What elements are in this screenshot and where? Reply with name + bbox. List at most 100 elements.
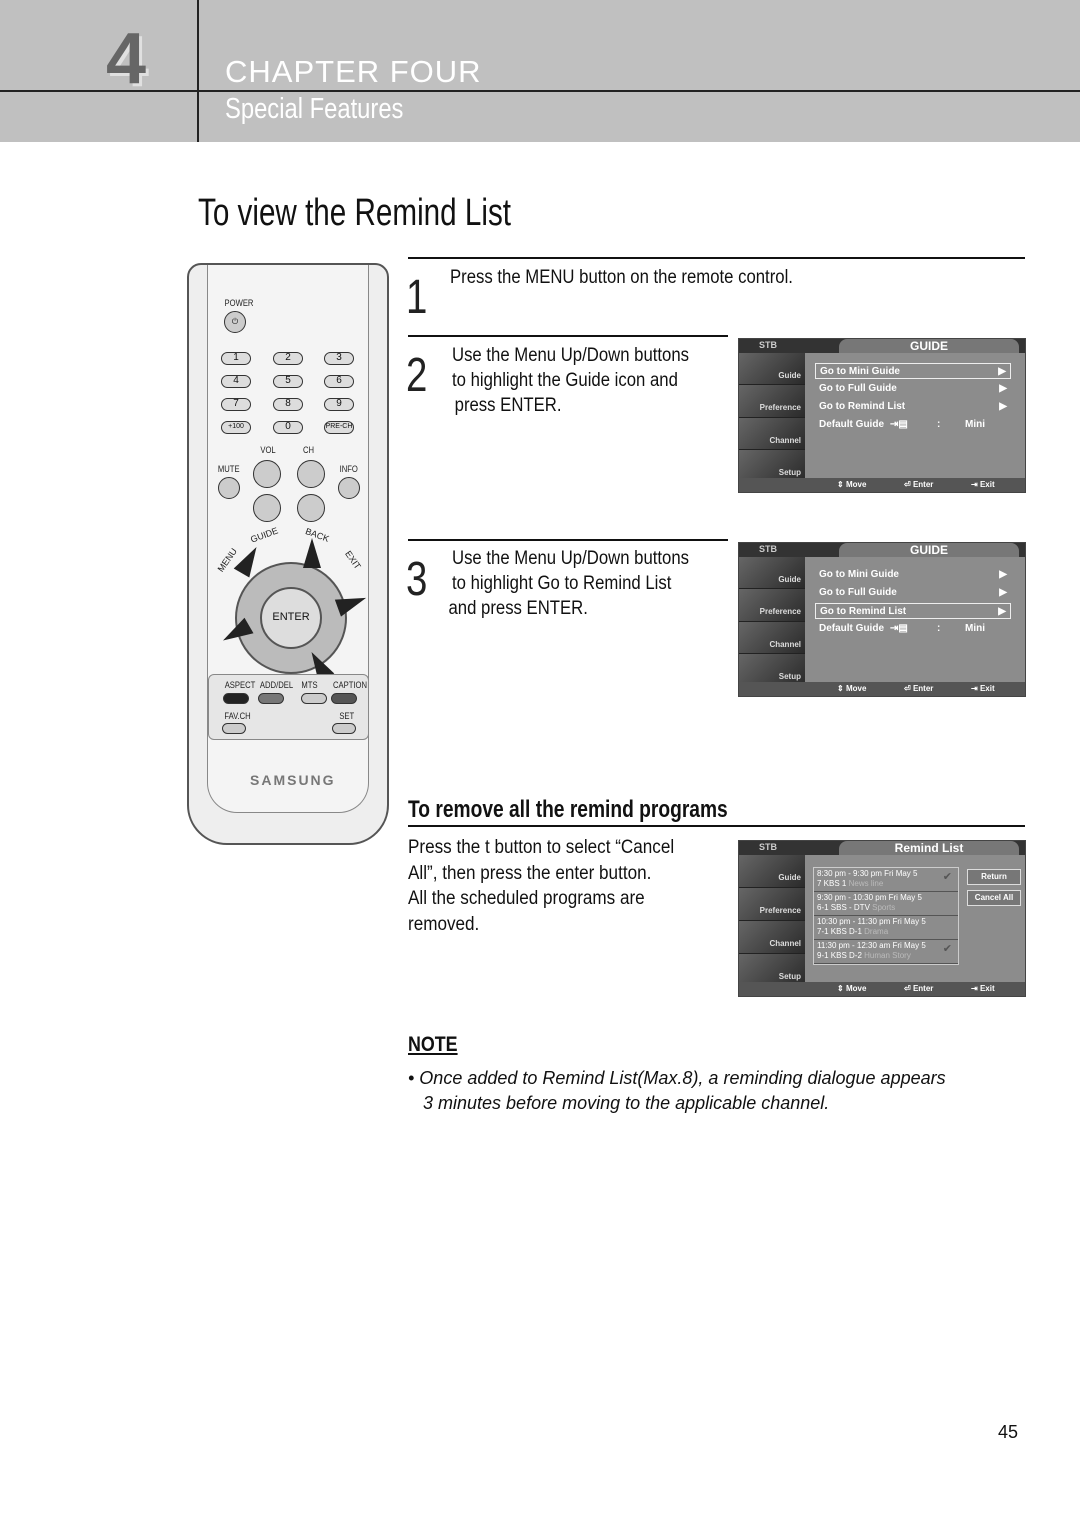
exit-icon: ⇥ <box>971 984 980 993</box>
menu-item-label: Go to Remind List <box>819 401 906 412</box>
divider <box>408 539 728 541</box>
screen-title-bar: STB GUIDE <box>739 543 1025 557</box>
exit-icon: ⇥ <box>971 480 980 489</box>
screen-sidebar: Guide Preference Channel Setup <box>739 557 805 687</box>
number-button: 3 <box>324 352 354 365</box>
guide-icon: ⇥▤ <box>890 419 908 430</box>
menu-item: Go to Mini Guide ▶ <box>815 567 1011 583</box>
sidebar-item-guide: Guide <box>739 557 805 590</box>
program-time: 11:30 pm - 12:30 am Fri May 5 <box>817 941 926 950</box>
menu-item-label: Go to Full Guide <box>819 587 897 598</box>
step-line: and press ENTER. <box>448 598 588 619</box>
chapter-header: 4 CHAPTER FOUR Special Features <box>0 0 1080 142</box>
number-button: 2 <box>273 352 303 365</box>
number-button: 0 <box>273 421 303 434</box>
step-line: Use the Menu Up/Down buttons <box>452 548 689 569</box>
step-text: Press the MENU button on the remote cont… <box>450 267 793 288</box>
sidebar-item-channel: Channel <box>739 621 805 655</box>
number-button: +100 <box>221 421 251 434</box>
footer-label: Enter <box>912 684 934 693</box>
menu-item-label: Go to Remind List <box>820 606 907 617</box>
separator: : <box>937 623 941 634</box>
function-button <box>258 693 284 704</box>
footer-move: ⇕ Move <box>837 984 866 993</box>
text-line: All the scheduled programs are <box>408 888 645 909</box>
remove-instructions: Press the t button to select “Cancel All… <box>408 835 674 937</box>
program-info: 7 KBS 1 News line <box>817 879 955 889</box>
check-icon: ✔ <box>942 943 952 955</box>
page-number: 45 <box>998 1422 1019 1442</box>
sidebar-item-guide: Guide <box>739 855 805 888</box>
sidebar-item-guide: Guide <box>739 353 805 386</box>
function-label: ADD/DEL <box>259 680 294 690</box>
screen-title-bar: STB GUIDE <box>739 339 1025 353</box>
program-name: Human Story <box>864 951 911 960</box>
footer-label: Exit <box>979 684 995 693</box>
program-info: 9-1 KBS D-2 Human Story <box>817 951 955 961</box>
set-button <box>332 723 356 734</box>
arrow-right-icon: ▶ <box>999 401 1007 412</box>
stb-label: STB <box>759 340 777 350</box>
program-time: 9:30 pm - 10:30 pm Fri May 5 <box>817 893 922 902</box>
set-label: SET <box>339 711 355 721</box>
default-guide-label: Default Guide <box>819 419 885 430</box>
remind-list-row: 10:30 pm - 11:30 pm Fri May 5 7-1 KBS D-1… <box>814 916 958 940</box>
section-heading: To remove all the remind programs <box>408 796 728 823</box>
menu-item-label: Go to Full Guide <box>819 383 897 394</box>
channel: 9-1 KBS D-2 <box>817 951 862 960</box>
arrow-right-icon: ▶ <box>999 569 1007 580</box>
pointer-arrow-icon <box>303 538 321 568</box>
note-label: NOTE <box>408 1033 458 1056</box>
return-button[interactable]: Return <box>967 869 1021 885</box>
program-info: 7-1 KBS D-1 Drama <box>817 927 955 937</box>
function-label: ASPECT <box>224 680 256 690</box>
screen-footer: ⇕ Move ⏎ Enter ⇥ Exit <box>739 982 1025 996</box>
step-line: press ENTER. <box>454 395 562 416</box>
number-button: 5 <box>273 375 303 388</box>
footer-enter: ⏎ Enter <box>904 984 933 993</box>
menu-item-default-guide: Default Guide ⇥▤: Mini <box>815 417 1011 433</box>
footer-label: Exit <box>979 480 995 489</box>
number-button: 7 <box>221 398 251 411</box>
arrow-right-icon: ▶ <box>999 587 1007 598</box>
enter-icon: ⏎ <box>904 684 913 693</box>
default-guide-value: Mini <box>965 419 985 430</box>
screen-title: GUIDE <box>839 339 1019 353</box>
divider <box>408 335 728 337</box>
divider <box>197 0 199 142</box>
number-button: 9 <box>324 398 354 411</box>
favch-button <box>222 723 246 734</box>
enter-icon: ⏎ <box>904 480 913 489</box>
divider <box>0 90 1080 92</box>
step-line: to highlight the Guide icon and <box>452 370 678 391</box>
ch-up-button <box>297 460 325 488</box>
check-icon: ✔ <box>942 871 952 883</box>
page-title: To view the Remind List <box>198 192 512 234</box>
menu-item-label: Go to Mini Guide <box>819 569 899 580</box>
text-line: All”, then press the enter button. <box>408 862 652 884</box>
divider <box>408 825 1025 827</box>
channel: 6-1 SBS - DTV <box>817 903 870 912</box>
move-icon: ⇕ <box>837 684 846 693</box>
screen-footer: ⇕ Move ⏎ Enter ⇥ Exit <box>739 478 1025 492</box>
cancel-all-button[interactable]: Cancel All <box>967 890 1021 906</box>
menu-item: Go to Full Guide ▶ <box>815 381 1011 397</box>
remind-list-row: 11:30 pm - 12:30 am Fri May 5 9-1 KBS D-2… <box>814 940 958 964</box>
remind-list-row: 8:30 pm - 9:30 pm Fri May 57 KBS 1 News … <box>814 868 958 892</box>
tv-menu-screen: STB Remind List Guide Preference Channel Setu… <box>738 840 1026 997</box>
footer-label: Move <box>845 480 867 489</box>
info-button <box>338 477 360 499</box>
step-number: 1 <box>406 271 428 324</box>
stb-label: STB <box>759 842 777 852</box>
menu-item: Go to Mini Guide ▶ <box>815 363 1011 379</box>
default-guide-label: Default Guide <box>819 623 885 634</box>
power-label: POWER <box>224 298 254 308</box>
vol-up-button <box>253 460 281 488</box>
remote-control-illustration <box>187 263 389 845</box>
enter-button: ENTER <box>260 587 322 649</box>
menu-item: Go to Remind List ▶ <box>815 603 1011 619</box>
step-number: 3 <box>406 553 428 606</box>
sidebar-item-preference: Preference <box>739 589 805 622</box>
footer-move: ⇕ Move <box>837 684 866 693</box>
footer-label: Enter <box>912 480 934 489</box>
